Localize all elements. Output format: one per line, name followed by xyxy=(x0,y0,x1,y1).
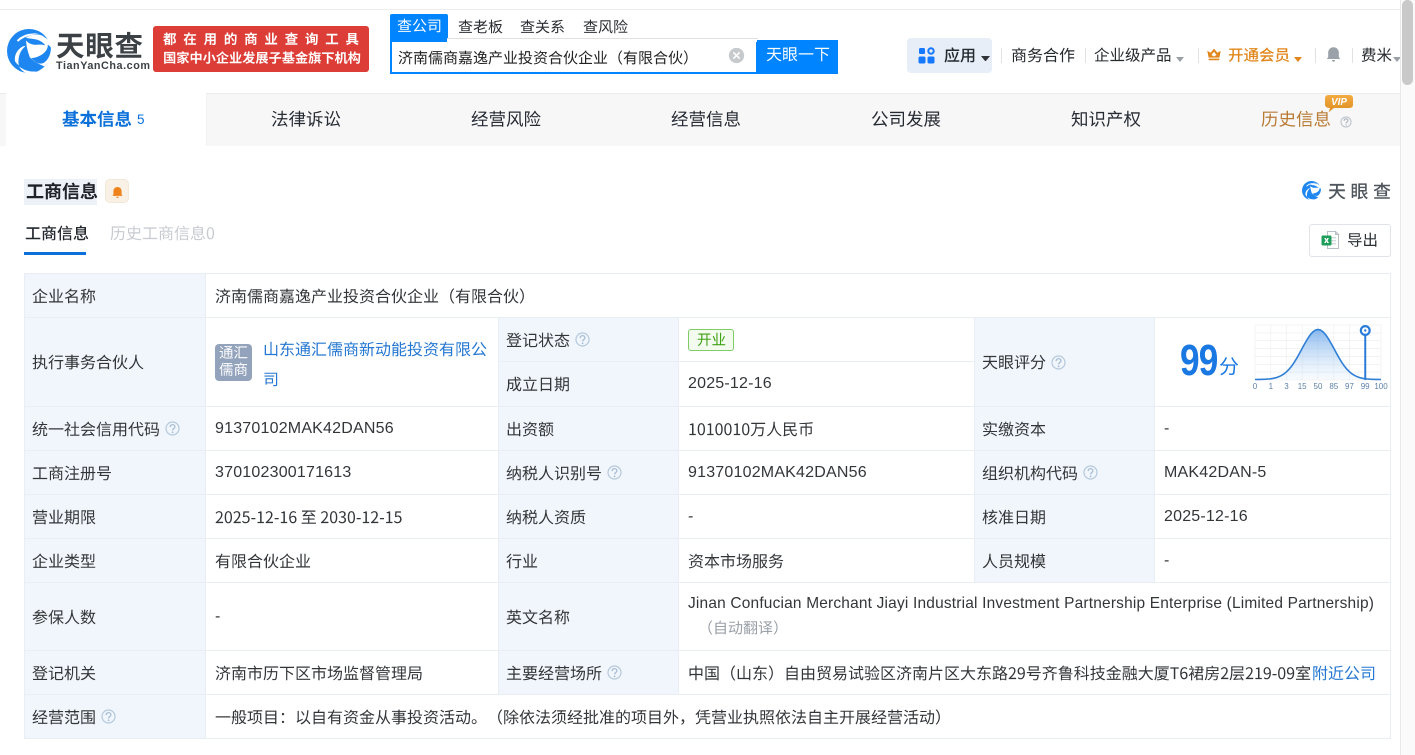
svg-text:85: 85 xyxy=(1329,382,1338,390)
svg-text:1: 1 xyxy=(1269,382,1274,390)
svg-text:15: 15 xyxy=(1298,382,1307,390)
svg-text:VIP: VIP xyxy=(1331,97,1347,108)
svg-text:0: 0 xyxy=(1253,382,1258,390)
svg-text:100: 100 xyxy=(1374,382,1388,390)
svg-text:97: 97 xyxy=(1345,382,1354,390)
svg-text:99: 99 xyxy=(1361,382,1370,390)
svg-text:50: 50 xyxy=(1314,382,1323,390)
svg-text:3: 3 xyxy=(1284,382,1289,390)
